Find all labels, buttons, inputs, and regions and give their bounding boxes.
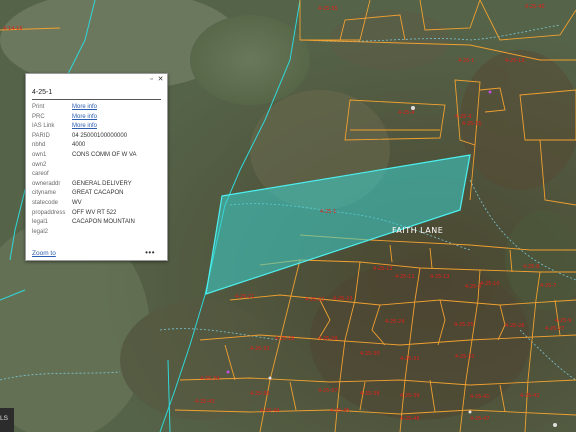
parcel-label: 4-25-12 (373, 266, 393, 272)
attribute-row: PRC More info (32, 113, 162, 123)
attribute-value: 4000 (72, 142, 86, 149)
attribute-value: CACAPON MOUNTAIN (72, 219, 135, 226)
attribute-name: cityname (32, 190, 57, 197)
attribute-row: legal2 (32, 228, 162, 238)
parcel-label: 4-25-44 (260, 408, 280, 414)
more-info-link[interactable]: More info (72, 103, 97, 113)
parcel-label: 4-25-39 (400, 393, 420, 399)
attribute-row: PARID 04 25000100000000 (32, 132, 162, 142)
parcel-label: 4-25-21 (235, 294, 255, 300)
attribute-row: own1 CONS COMM OF W VA (32, 151, 162, 161)
attribute-value: OFF WV RT 522 (72, 209, 117, 216)
popup-title: 4-25-1 (32, 89, 53, 96)
close-icon[interactable]: ✕ (157, 76, 164, 83)
attribute-row: legal1 CACAPON MOUNTAIN (32, 218, 162, 228)
parcel-label: 4-25-46 (400, 416, 420, 422)
parcel-label: 4-25-37 (318, 388, 338, 394)
feature-popup: ▫ ✕ 4-25-1 Print More info PRC More info IAS… (25, 73, 168, 261)
parcel-label: 4-25-29 (318, 336, 338, 342)
attribute-row: careof (32, 170, 162, 180)
parcel-label: 4-25-3 (465, 284, 481, 290)
parcel-label: 4-25-32 (455, 354, 475, 360)
parcel-label: 4-25-11 (395, 274, 415, 280)
parcel-label: 4-25-25 (454, 322, 474, 328)
attribute-value: GENERAL DELIVERY (72, 180, 132, 187)
parcel-label: 4-25-1 (320, 209, 336, 215)
parcel-label: 4-25-19 (505, 58, 525, 64)
attribute-row: IAS Link More info (32, 122, 162, 132)
parcel-label: 4-25-26 (505, 323, 525, 329)
attribute-value: WV (72, 199, 82, 206)
attribute-row: propaddress OFF WV RT 522 (32, 209, 162, 219)
attribute-name: legal2 (32, 228, 49, 235)
attribute-row: cityname GREAT CACAPON (32, 189, 162, 199)
parcel-label: 4-25-42 (520, 393, 540, 399)
attribute-name: PRC (32, 113, 45, 120)
attribute-table: Print More info PRC More info IAS Link More i… (32, 103, 162, 253)
attribute-name: careof (32, 171, 49, 178)
popup-divider (32, 99, 161, 100)
attribute-row: Print More info (32, 103, 162, 113)
parcel-label: 4-25-15 (462, 121, 482, 127)
more-info-link[interactable]: More info (72, 122, 97, 132)
popup-footer: Zoom to ••• (32, 248, 161, 259)
attribute-name: Print (32, 104, 45, 110)
road-label: FAITH LANE (392, 226, 443, 235)
parcel-label: 4-25-4 (455, 114, 471, 120)
attribute-name: own2 (32, 161, 47, 168)
layer-toggle-label[interactable]: LS (0, 415, 8, 422)
attribute-value: GREAT CACAPON (72, 190, 124, 197)
parcel-label: 4-25-45 (330, 408, 350, 414)
attribute-row: nbhd 4000 (32, 141, 162, 151)
attribute-row: statecode WV (32, 199, 162, 209)
parcel-label: 4-25-36 (250, 391, 270, 397)
parcel-label: 4-25-1 (458, 58, 474, 64)
parcel-label: 4-25-10 (480, 281, 500, 287)
parcel-label: 4-25-31 (400, 356, 420, 362)
attribute-name: owneraddr (32, 180, 61, 187)
parcel-label: 4-25-22 (305, 297, 325, 303)
parcel-label: 4-25-33 (250, 346, 270, 352)
more-info-link[interactable]: More info (72, 113, 97, 123)
parcel-label: 4-25-8 (523, 264, 539, 270)
attribute-name: own1 (32, 151, 47, 158)
attribute-name: nbhd (32, 142, 46, 149)
parcel-label: 4-25-38 (360, 391, 380, 397)
minimize-icon[interactable]: ▫ (148, 76, 155, 83)
parcel-label: 4-25-30 (360, 351, 380, 357)
more-options-icon[interactable]: ••• (145, 248, 155, 258)
parcel-label: 4-14-16 (3, 26, 23, 32)
parcel-label: 4-25-34 (200, 376, 220, 382)
attribute-row: own2 (32, 161, 162, 171)
parcel-label: 4-25-35 (318, 6, 338, 12)
attribute-row: owneraddr GENERAL DELIVERY (32, 180, 162, 190)
parcel-label: 4-25-47 (470, 416, 490, 422)
attribute-name: propaddress (32, 209, 66, 216)
popup-header: ▫ ✕ 4-25-1 (26, 74, 167, 100)
parcel-label: 4-25-27 (545, 326, 565, 332)
parcel-label: 4-25-13 (430, 274, 450, 280)
parcel-label: 4-25-4 (398, 110, 414, 116)
attribute-name: legal1 (32, 219, 49, 226)
parcel-label: 4-25-23 (333, 296, 353, 302)
attribute-value: 04 25000100000000 (72, 132, 128, 139)
attribute-name: statecode (32, 199, 59, 206)
zoom-to-link[interactable]: Zoom to (32, 249, 56, 259)
parcel-label: 4-25-7 (540, 283, 556, 289)
parcel-label: 4-25-9 (555, 318, 571, 324)
parcel-label: 4-25-41 (470, 394, 490, 400)
parcel-label: 4-25-24 (385, 319, 405, 325)
attribute-name: IAS Link (32, 123, 55, 130)
parcel-label: 4-25-43 (195, 399, 215, 405)
attribute-value: CONS COMM OF W VA (72, 151, 137, 158)
parcel-label: 4-25-28 (275, 336, 295, 342)
attribute-name: PARID (32, 132, 50, 139)
parcel-label: 4-25-40 (525, 4, 545, 10)
